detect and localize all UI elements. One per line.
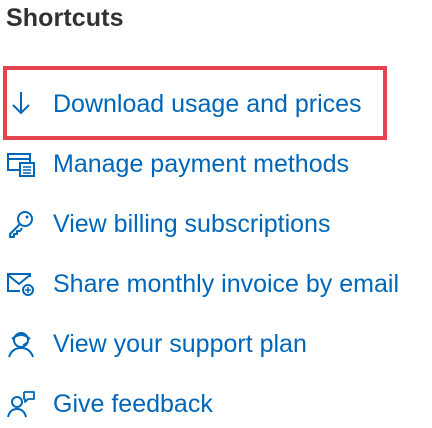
shortcut-billing-subscriptions[interactable]: View billing subscriptions bbox=[0, 196, 432, 252]
shortcut-label: Download usage and prices bbox=[53, 89, 362, 118]
shortcut-label: Share monthly invoice by email bbox=[53, 269, 399, 298]
download-icon bbox=[4, 87, 38, 121]
shortcut-payment-methods[interactable]: Manage payment methods bbox=[0, 136, 432, 192]
shortcut-give-feedback[interactable]: Give feedback bbox=[0, 376, 432, 428]
payment-card-icon bbox=[4, 147, 38, 181]
shortcuts-panel: Shortcuts Download usage and prices Mana… bbox=[0, 0, 432, 428]
support-person-icon bbox=[4, 327, 38, 361]
shortcut-support-plan[interactable]: View your support plan bbox=[0, 316, 432, 372]
shortcut-label: View billing subscriptions bbox=[53, 209, 331, 238]
shortcut-share-invoice[interactable]: Share monthly invoice by email bbox=[0, 256, 432, 312]
shortcut-label: Manage payment methods bbox=[53, 149, 350, 178]
shortcut-label: View your support plan bbox=[53, 329, 307, 358]
shortcut-download-usage[interactable]: Download usage and prices bbox=[0, 76, 432, 132]
feedback-person-icon bbox=[4, 387, 38, 421]
key-icon bbox=[4, 207, 38, 241]
shortcut-label: Give feedback bbox=[53, 389, 213, 418]
mail-share-icon bbox=[4, 267, 38, 301]
section-title: Shortcuts bbox=[6, 4, 124, 32]
